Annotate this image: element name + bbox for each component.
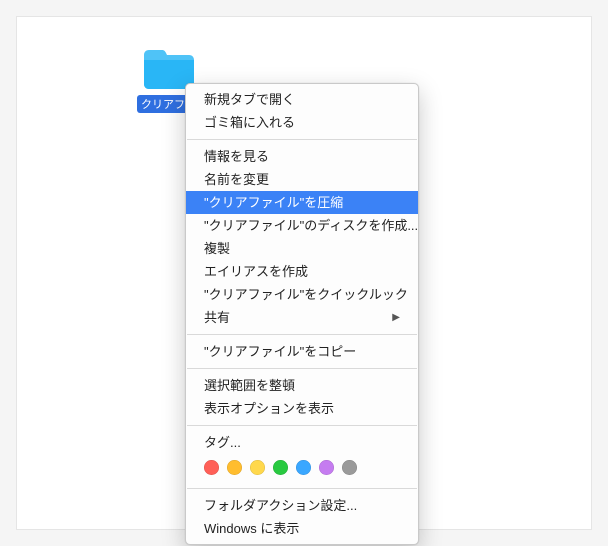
menu-quicklook[interactable]: "クリアファイル"をクイックルック	[186, 283, 418, 306]
menu-arrange-selection[interactable]: 選択範囲を整頓	[186, 374, 418, 397]
tag-orange[interactable]	[227, 460, 242, 475]
menu-separator	[187, 425, 417, 426]
menu-label: 選択範囲を整頓	[204, 377, 295, 394]
menu-view-options[interactable]: 表示オプションを表示	[186, 397, 418, 420]
menu-get-info[interactable]: 情報を見る	[186, 145, 418, 168]
tag-yellow[interactable]	[250, 460, 265, 475]
menu-label: 名前を変更	[204, 171, 269, 188]
menu-label: 表示オプションを表示	[204, 400, 334, 417]
menu-copy[interactable]: "クリアファイル"をコピー	[186, 340, 418, 363]
menu-share[interactable]: 共有 ▶	[186, 306, 418, 329]
menu-label: "クリアファイル"をクイックルック	[204, 286, 408, 303]
menu-separator	[187, 139, 417, 140]
menu-tags-label[interactable]: タグ...	[186, 431, 418, 454]
menu-label: フォルダアクション設定...	[204, 497, 357, 514]
menu-rename[interactable]: 名前を変更	[186, 168, 418, 191]
menu-label: エイリアスを作成	[204, 263, 308, 280]
chevron-right-icon: ▶	[392, 309, 400, 326]
menu-label: 複製	[204, 240, 230, 257]
menu-label: 新規タブで開く	[204, 91, 295, 108]
menu-label: Windows に表示	[204, 520, 299, 537]
menu-label: 共有	[204, 309, 230, 326]
desktop-area[interactable]: クリアファ… 新規タブで開く ゴミ箱に入れる 情報を見る 名前を変更 "クリアフ…	[16, 16, 592, 530]
menu-move-to-trash[interactable]: ゴミ箱に入れる	[186, 111, 418, 134]
tag-red[interactable]	[204, 460, 219, 475]
menu-label: タグ...	[204, 434, 241, 451]
menu-label: ゴミ箱に入れる	[204, 114, 295, 131]
menu-separator	[187, 488, 417, 489]
tag-color-row	[186, 454, 418, 483]
menu-duplicate[interactable]: 複製	[186, 237, 418, 260]
menu-label: "クリアファイル"をコピー	[204, 343, 356, 360]
context-menu: 新規タブで開く ゴミ箱に入れる 情報を見る 名前を変更 "クリアファイル"を圧縮…	[185, 83, 419, 545]
tag-green[interactable]	[273, 460, 288, 475]
tag-blue[interactable]	[296, 460, 311, 475]
menu-folder-actions[interactable]: フォルダアクション設定...	[186, 494, 418, 517]
menu-label: "クリアファイル"を圧縮	[204, 194, 343, 211]
menu-show-in-windows[interactable]: Windows に表示	[186, 517, 418, 540]
tag-purple[interactable]	[319, 460, 334, 475]
menu-open-new-tab[interactable]: 新規タブで開く	[186, 88, 418, 111]
menu-separator	[187, 368, 417, 369]
menu-compress[interactable]: "クリアファイル"を圧縮	[186, 191, 418, 214]
menu-label: "クリアファイル"のディスクを作成...	[204, 217, 418, 234]
menu-make-alias[interactable]: エイリアスを作成	[186, 260, 418, 283]
menu-label: 情報を見る	[204, 148, 269, 165]
menu-separator	[187, 334, 417, 335]
tag-gray[interactable]	[342, 460, 357, 475]
menu-burn-disk[interactable]: "クリアファイル"のディスクを作成...	[186, 214, 418, 237]
